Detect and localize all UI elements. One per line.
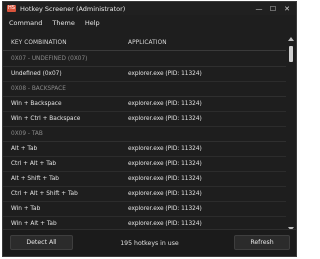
hotkey-list: 0X07 - UNDEFINED (0X07) Undefined (0x07)… [3, 52, 286, 233]
menu-bar: Command Theme Help [3, 16, 296, 29]
table-row[interactable]: Ctrl + Alt + Shift + Tab explorer.exe (P… [3, 187, 286, 202]
table-row[interactable]: Win + Tab explorer.exe (PID: 11324) [3, 202, 286, 217]
vertical-scrollbar[interactable] [287, 36, 295, 232]
table-header: KEY COMBINATION APPLICATION [3, 36, 286, 51]
table-row[interactable]: Undefined (0x07) explorer.exe (PID: 1132… [3, 67, 286, 82]
table-row[interactable]: Ctrl + Alt + Tab explorer.exe (PID: 1132… [3, 157, 286, 172]
application: explorer.exe (PID: 11324) [128, 176, 202, 182]
footer-bar: Detect All 195 hotkeys in use Refresh [3, 229, 296, 256]
window-title: Hotkey Screener (Administrator) [20, 4, 126, 13]
scroll-up-arrow-icon[interactable] [288, 37, 294, 41]
app-window: HS Hotkey Screener (Administrator) — ☐ ✕… [2, 1, 297, 257]
key-combination: Win + Ctrl + Backspace [11, 116, 81, 122]
menu-help[interactable]: Help [85, 19, 100, 27]
application: explorer.exe (PID: 11324) [128, 206, 202, 212]
table-row[interactable]: Alt + Shift + Tab explorer.exe (PID: 113… [3, 172, 286, 187]
key-combination: Alt + Shift + Tab [11, 176, 59, 182]
key-combination: Win + Tab [11, 206, 41, 212]
refresh-button[interactable]: Refresh [234, 235, 290, 250]
application: explorer.exe (PID: 11324) [128, 191, 202, 197]
application: explorer.exe (PID: 11324) [128, 221, 202, 227]
app-logo-icon: HS [7, 5, 16, 12]
key-combination: Win + Backspace [11, 101, 62, 107]
table-row[interactable]: Alt + Tab explorer.exe (PID: 11324) [3, 142, 286, 157]
close-button[interactable]: ✕ [280, 2, 294, 15]
application: explorer.exe (PID: 11324) [128, 161, 202, 167]
group-header: 0X07 - UNDEFINED (0X07) [3, 52, 286, 67]
application: explorer.exe (PID: 11324) [128, 71, 202, 77]
application: explorer.exe (PID: 11324) [128, 101, 202, 107]
key-combination: Ctrl + Alt + Tab [11, 161, 57, 167]
minimize-button[interactable]: — [252, 2, 266, 15]
group-header: 0X09 - TAB [3, 127, 286, 142]
key-combination: Ctrl + Alt + Shift + Tab [11, 191, 78, 197]
table-row[interactable]: Win + Ctrl + Backspace explorer.exe (PID… [3, 112, 286, 127]
column-header-key-combination[interactable]: KEY COMBINATION [11, 40, 67, 46]
column-header-application[interactable]: APPLICATION [128, 40, 167, 46]
key-combination: Win + Alt + Tab [11, 221, 57, 227]
title-bar: HS Hotkey Screener (Administrator) — ☐ ✕ [3, 2, 296, 15]
key-combination: Alt + Tab [11, 146, 38, 152]
menu-command[interactable]: Command [9, 19, 42, 27]
group-header: 0X08 - BACKSPACE [3, 82, 286, 97]
application: explorer.exe (PID: 11324) [128, 116, 202, 122]
key-combination: Undefined (0x07) [11, 71, 62, 77]
maximize-button[interactable]: ☐ [266, 2, 280, 15]
table-row[interactable]: Win + Backspace explorer.exe (PID: 11324… [3, 97, 286, 112]
menu-theme[interactable]: Theme [52, 19, 74, 27]
window-controls: — ☐ ✕ [252, 2, 294, 15]
application: explorer.exe (PID: 11324) [128, 146, 202, 152]
scroll-thumb[interactable] [289, 46, 293, 62]
